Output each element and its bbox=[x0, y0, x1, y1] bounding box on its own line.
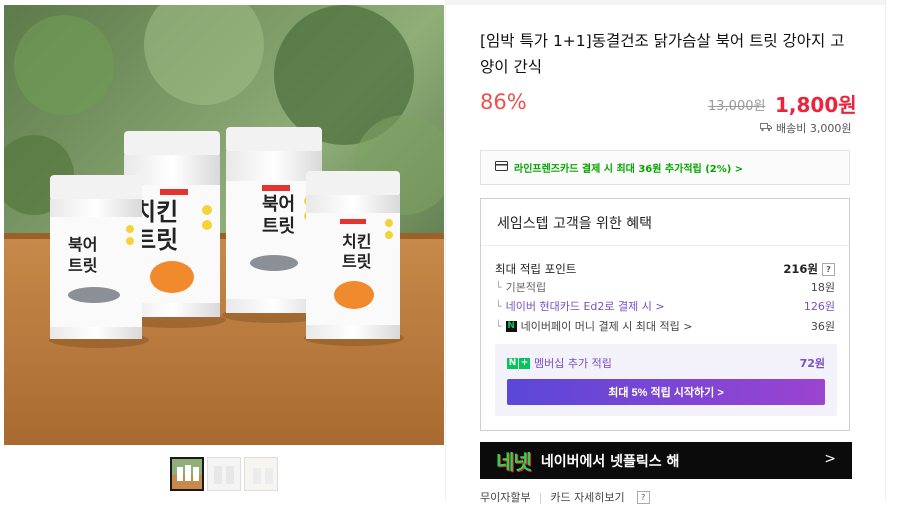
product-page: 치킨 트릿 북어 트릿 북어 트릿 치킨 트릿 [임박 특가 1+1]동결건조 … bbox=[0, 0, 900, 504]
netflix-text: 네이버에서 넷플릭스 해 bbox=[540, 453, 680, 470]
benefit-row-label[interactable]: 네이버 현대카드 Ed2로 결제 시 > bbox=[506, 298, 665, 314]
naverpay-icon: N bbox=[505, 320, 517, 332]
sale-price: 1,800원 bbox=[775, 93, 857, 117]
discount-rate: 86% bbox=[480, 90, 527, 114]
jar4-label-line2: 트릿 bbox=[342, 252, 371, 271]
tree-line-icon: └ bbox=[495, 299, 502, 313]
benefit-divider bbox=[481, 245, 849, 246]
shipping-fee: 배송비 3,000원 bbox=[776, 122, 852, 135]
thumbnail-1[interactable] bbox=[170, 457, 204, 491]
thumbnail-strip bbox=[170, 457, 280, 493]
product-main-image[interactable]: 치킨 트릿 북어 트릿 북어 트릿 치킨 트릿 bbox=[4, 5, 444, 445]
benefit-row-basic: └ 기본적립 18원 bbox=[495, 279, 835, 295]
product-title: [임박 특가 1+1]동결건조 닭가슴살 북어 트릿 강아지 고양이 간식 bbox=[480, 32, 845, 76]
benefit-row-value: 18원 bbox=[810, 281, 835, 294]
benefit-title: 세임스텝 고객을 위한 혜택 bbox=[497, 216, 653, 232]
jar4-label-line1: 치킨 bbox=[342, 232, 371, 251]
naver-plus-icon: N + bbox=[507, 357, 530, 369]
top-strip bbox=[446, 0, 886, 5]
product-photo: 치킨 트릿 북어 트릿 북어 트릿 치킨 트릿 bbox=[4, 5, 444, 445]
tree-line-icon: └ bbox=[495, 280, 502, 294]
membership-value: 72원 bbox=[799, 357, 825, 370]
membership-label: 멤버십 추가 적립 bbox=[534, 357, 612, 370]
panel-divider bbox=[445, 0, 446, 501]
jar1-label-line1: 북어 bbox=[68, 235, 97, 254]
card-benefit-banner[interactable]: 라인프렌즈카드 결제 시 최대 36원 추가적립 (2%) > bbox=[480, 150, 850, 185]
help-icon[interactable]: ? bbox=[822, 262, 835, 276]
help-icon[interactable]: ? bbox=[636, 490, 650, 504]
benefit-row-card[interactable]: └ 네이버 현대카드 Ed2로 결제 시 > 126원 bbox=[495, 298, 835, 314]
right-edge bbox=[885, 0, 886, 501]
membership-box: N + 멤버십 추가 적립 72원 최대 5% 적립 시작하기 > bbox=[495, 344, 837, 416]
original-price: 13,000원 bbox=[708, 99, 766, 114]
benefit-row-naverpay[interactable]: └ N 네이버페이 머니 결제 시 최대 적립 > 36원 bbox=[495, 318, 835, 334]
link-separator: | bbox=[538, 490, 543, 504]
shipping-info: 배송비 3,000원 bbox=[760, 120, 851, 136]
installment-link[interactable]: 무이자할부 bbox=[480, 489, 531, 505]
max-points-row: 최대 적립 포인트 216원 ? bbox=[495, 261, 835, 277]
card-detail-link[interactable]: 카드 자세히보기 bbox=[550, 489, 624, 505]
benefit-row-label: 기본적립 bbox=[505, 281, 547, 294]
benefit-row-label[interactable]: 네이버페이 머니 결제 시 최대 적립 > bbox=[521, 318, 693, 334]
chevron-right-icon: > bbox=[824, 451, 836, 467]
truck-icon bbox=[760, 122, 772, 135]
tree-line-icon: └ bbox=[495, 319, 502, 333]
card-benefit-text: 라인프렌즈카드 결제 시 최대 36원 추가적립 (2%) > bbox=[514, 164, 744, 175]
benefit-row-value: 126원 bbox=[803, 300, 835, 313]
max-points-label: 최대 적립 포인트 bbox=[495, 262, 577, 276]
jar1-label-line2: 트릿 bbox=[68, 256, 97, 275]
benefit-row-value: 36원 bbox=[810, 320, 835, 333]
thumbnail-2[interactable] bbox=[207, 457, 241, 491]
bottom-links: 무이자할부 | 카드 자세히보기 ? bbox=[480, 489, 650, 505]
start-points-button[interactable]: 최대 5% 적립 시작하기 > bbox=[507, 379, 825, 405]
credit-card-icon bbox=[495, 161, 508, 174]
max-points-value: 216원 bbox=[783, 262, 818, 276]
membership-row: N + 멤버십 추가 적립 72원 bbox=[507, 355, 825, 371]
jar3-label-line1: 북어 bbox=[262, 194, 295, 215]
jar3-label-line2: 트릿 bbox=[262, 216, 295, 237]
netflix-logo: 네넷 bbox=[496, 450, 532, 474]
netflix-banner[interactable]: 네넷 네이버에서 넷플릭스 해 > bbox=[480, 442, 852, 479]
benefit-box: 세임스텝 고객을 위한 혜택 최대 적립 포인트 216원 ? └ 기본적립 18… bbox=[480, 198, 850, 431]
thumbnail-3[interactable] bbox=[244, 457, 278, 491]
